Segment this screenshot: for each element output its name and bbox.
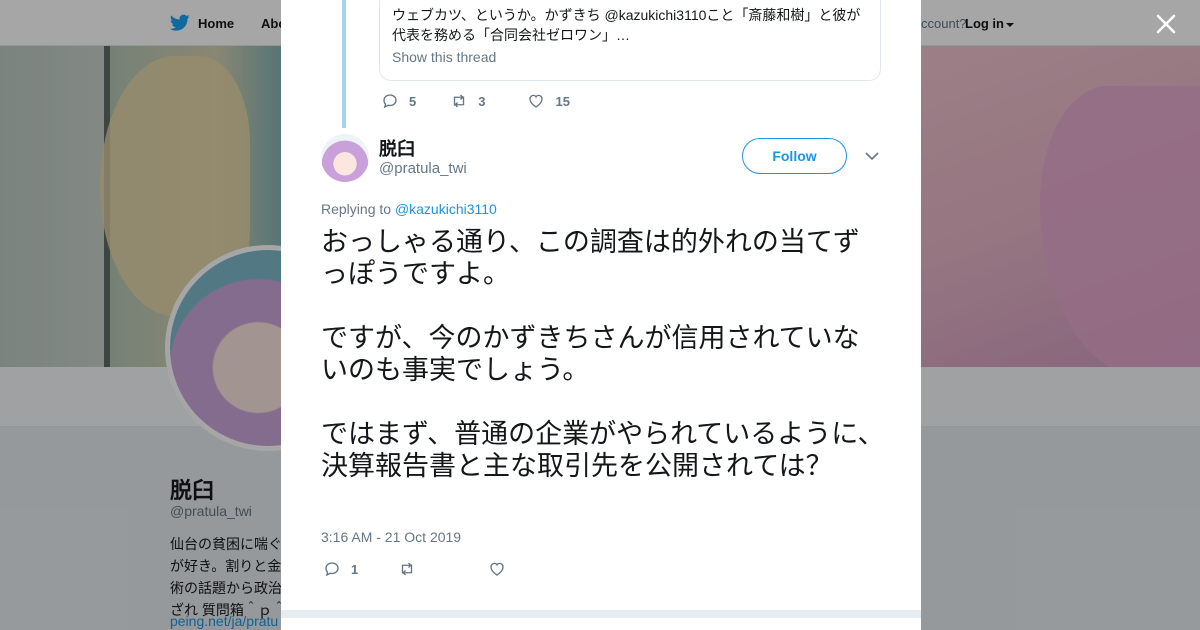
quoted-tweet-text: ウェブカツ、というか。かずきち @kazukichi3110こと「斎藤和樹」と彼…	[392, 7, 861, 43]
show-thread-link[interactable]: Show this thread	[392, 49, 868, 65]
tweet-modal: ウェブカツ、というか。かずきち @kazukichi3110こと「斎藤和樹」と彼…	[281, 0, 921, 630]
tweet-actions: 1	[323, 560, 516, 578]
retweet-icon	[402, 562, 413, 576]
follow-button[interactable]: Follow	[742, 138, 847, 174]
reply-button[interactable]: 1	[323, 560, 358, 578]
replying-to-line: Replying to @kazukichi3110	[321, 201, 497, 217]
thread-connector-line	[342, 0, 346, 128]
author-handle[interactable]: @pratula_twi	[379, 160, 467, 177]
like-button[interactable]	[488, 560, 516, 578]
more-options-button[interactable]	[864, 148, 880, 164]
reply-count: 5	[409, 93, 417, 109]
retweet-button[interactable]	[398, 560, 426, 578]
tweet-text: おっしゃる通り、この調査は的外れの当てずっぽうですよ。 ですが、今のかずきちさん…	[321, 226, 886, 482]
author-name[interactable]: 脱臼	[379, 135, 415, 161]
author-avatar[interactable]	[321, 134, 369, 182]
like-count: 15	[555, 93, 570, 109]
reply-icon	[325, 562, 339, 577]
modal-bottom-divider	[281, 610, 921, 618]
close-icon	[1156, 14, 1176, 34]
replying-to-mention[interactable]: @kazukichi3110	[395, 201, 497, 217]
parent-tweet-actions: 5 3 15	[381, 92, 570, 110]
retweet-button[interactable]: 3	[450, 92, 485, 110]
reply-count: 1	[351, 561, 359, 577]
replying-prefix: Replying to	[321, 201, 392, 217]
tweet-paragraph: ではまず、普通の企業がやられているように、決算報告書と主な取引先を公開されては？	[321, 419, 885, 481]
tweet-paragraph: おっしゃる通り、この調査は的外れの当てずっぽうですよ。	[321, 227, 860, 289]
retweet-icon	[454, 94, 465, 108]
heart-icon	[490, 562, 504, 576]
heart-icon	[529, 94, 544, 108]
retweet-count: 3	[478, 93, 486, 109]
quoted-tweet-card[interactable]: ウェブカツ、というか。かずきち @kazukichi3110こと「斎藤和樹」と彼…	[379, 0, 881, 81]
tweet-timestamp[interactable]: 3:16 AM - 21 Oct 2019	[321, 529, 461, 545]
chevron-down-icon	[865, 152, 879, 161]
reply-icon	[383, 94, 397, 109]
reply-button[interactable]: 5	[381, 92, 416, 110]
close-button[interactable]	[1152, 10, 1180, 38]
like-button[interactable]: 15	[527, 92, 570, 110]
tweet-paragraph: ですが、今のかずきちさんが信用されていないのも事実でしょう。	[321, 323, 860, 385]
